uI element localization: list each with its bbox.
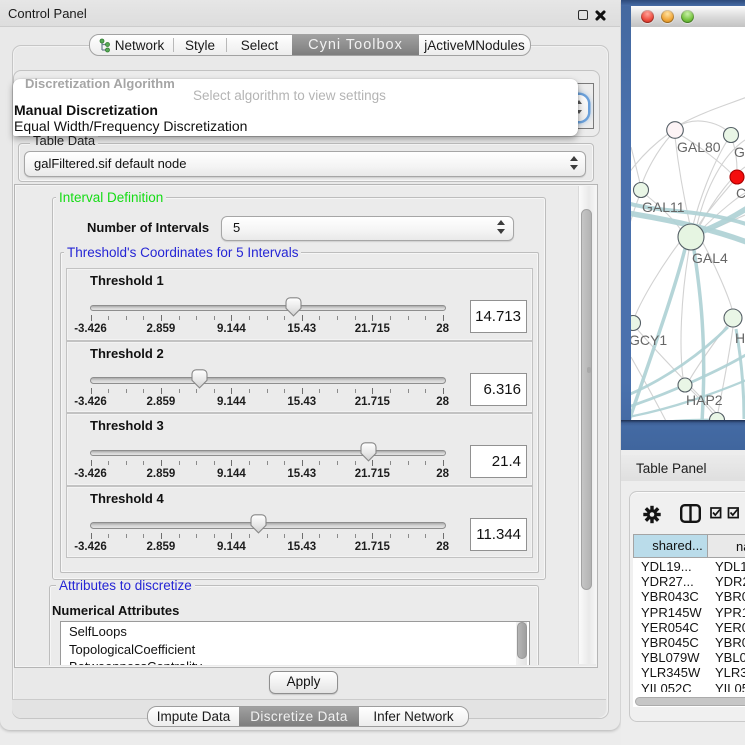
svg-text:GAL80: GAL80 xyxy=(677,139,721,155)
svg-text:H: H xyxy=(735,330,745,346)
svg-text:HAP2: HAP2 xyxy=(686,392,723,408)
svg-text:GCY1: GCY1 xyxy=(631,332,667,348)
svg-text:C: C xyxy=(736,185,745,201)
svg-text:GAL4: GAL4 xyxy=(692,250,728,266)
svg-text:GAL11: GAL11 xyxy=(642,199,685,215)
svg-text:GA: GA xyxy=(734,144,745,160)
